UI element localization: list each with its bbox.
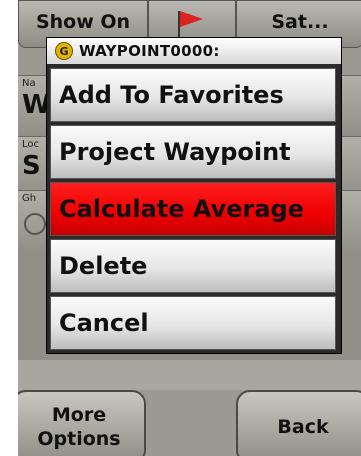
delete-label: Delete — [59, 252, 148, 280]
delete-button[interactable]: Delete — [50, 239, 336, 293]
calculate-average-button[interactable]: Calculate Average — [50, 182, 336, 236]
project-waypoint-button[interactable]: Project Waypoint — [50, 125, 336, 179]
dialog-title-bar: G WAYPOINT0000: — [47, 38, 341, 64]
dialog-title: WAYPOINT0000: — [79, 42, 220, 60]
symbol-row-label: Gh — [22, 193, 37, 204]
more-options-label-line2: Options — [37, 428, 121, 450]
cancel-button[interactable]: Cancel — [50, 296, 336, 350]
satellite-tab-label: Sat... — [271, 11, 329, 33]
show-on-tab-label: Show On — [35, 11, 131, 33]
project-waypoint-label: Project Waypoint — [59, 138, 291, 166]
cancel-label: Cancel — [59, 309, 149, 337]
more-options-button[interactable]: More Options — [18, 390, 146, 456]
screen: Show On Sat... Na W Loc S Gh More Option… — [18, 0, 361, 456]
more-options-label: More Options — [37, 403, 120, 451]
back-label: Back — [277, 416, 329, 438]
name-row-label: Na — [22, 78, 36, 89]
add-to-favorites-button[interactable]: Add To Favorites — [50, 68, 336, 122]
location-row-label: Loc — [22, 139, 40, 150]
location-row-value: S — [22, 151, 41, 181]
add-to-favorites-label: Add To Favorites — [59, 81, 284, 109]
garmin-g-icon: G — [55, 42, 73, 60]
waypoint-icon — [24, 213, 46, 235]
calculate-average-label: Calculate Average — [59, 195, 305, 223]
background-strip-lower — [18, 360, 361, 390]
more-options-label-line1: More — [51, 404, 107, 426]
back-button[interactable]: Back — [236, 390, 361, 456]
waypoint-options-dialog: G WAYPOINT0000: Add To Favorites Project… — [46, 37, 342, 354]
